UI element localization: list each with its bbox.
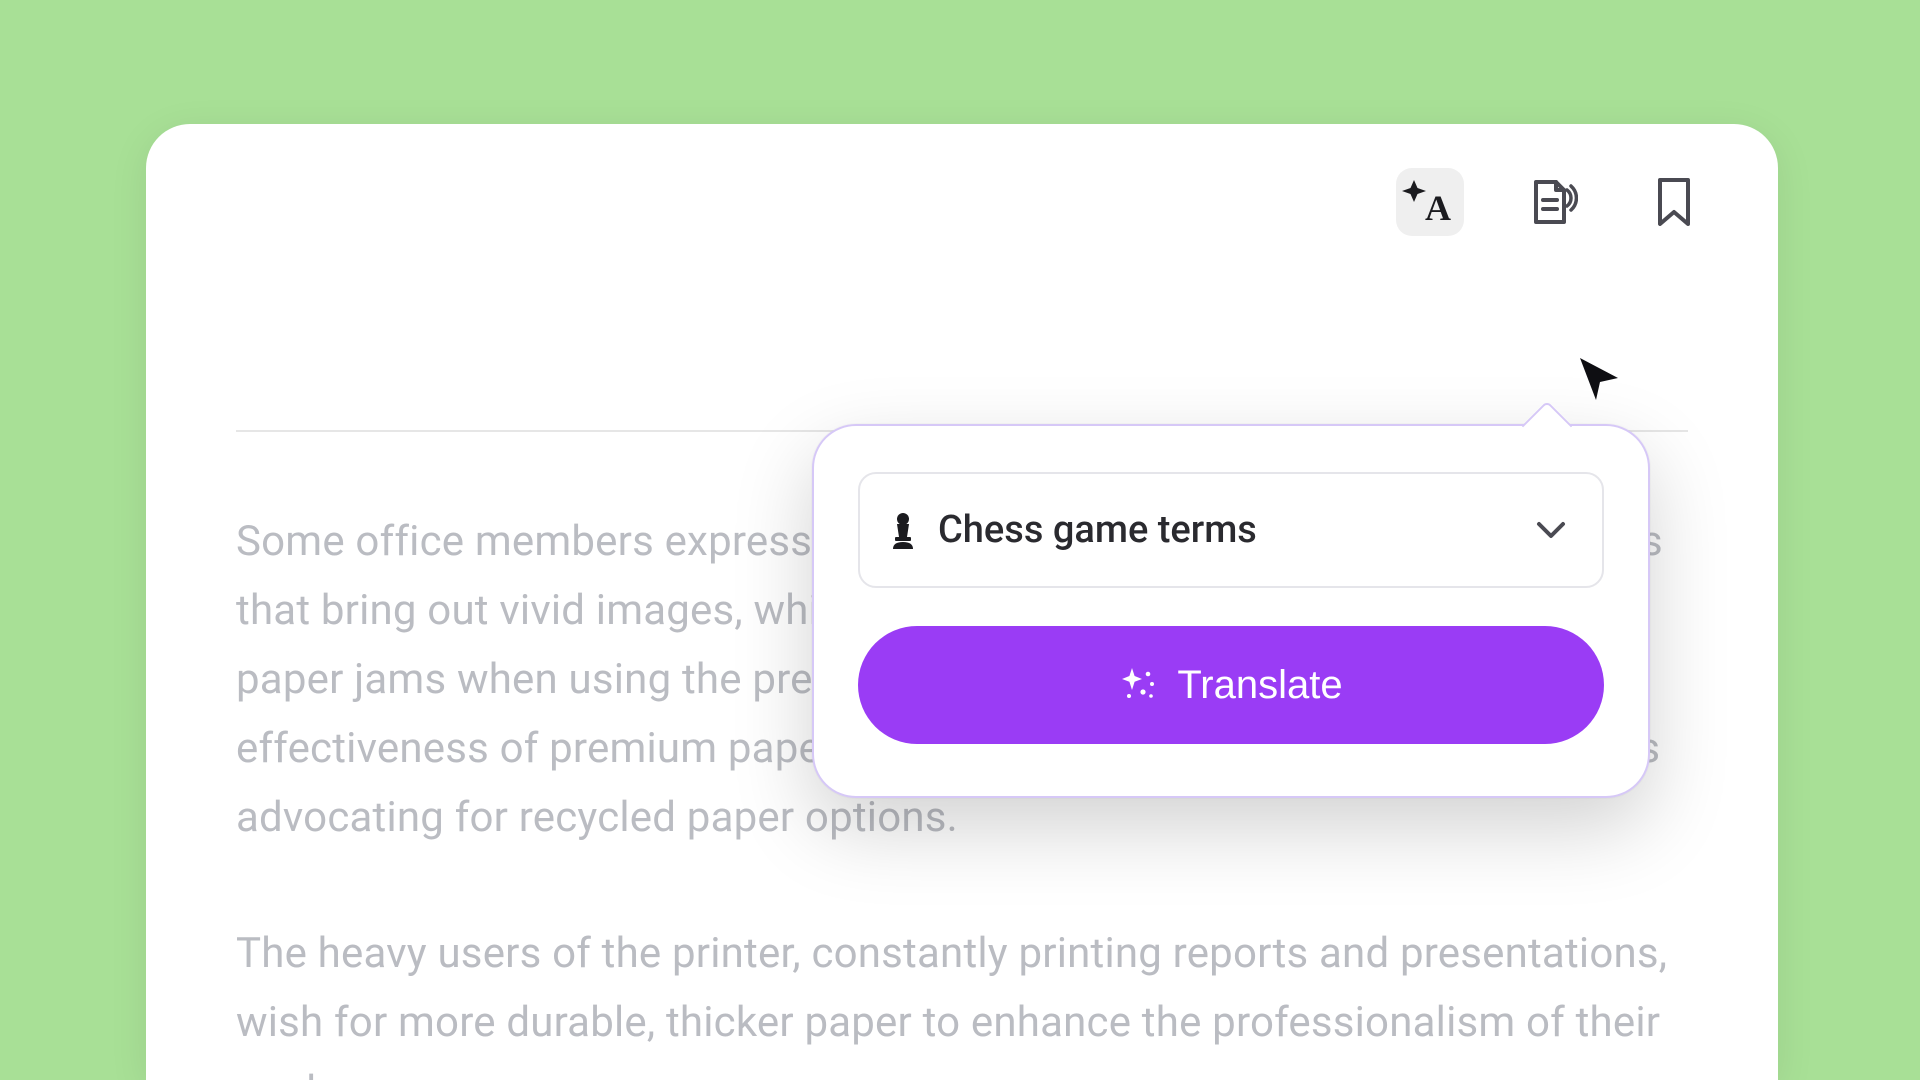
svg-text:A: A <box>1425 188 1451 226</box>
translate-button-label: Translate <box>1177 663 1342 708</box>
glossary-select-value: Chess game terms <box>890 508 1257 552</box>
glossary-select-label: Chess game terms <box>938 508 1257 552</box>
bookmark-icon <box>1656 178 1692 226</box>
read-aloud-button[interactable] <box>1518 168 1586 236</box>
translate-button[interactable]: Translate <box>858 626 1604 744</box>
popover-arrow <box>1522 401 1573 452</box>
chess-pawn-icon <box>890 511 916 549</box>
reader-card: A <box>146 124 1778 1080</box>
article-paragraph: The heavy users of the printer, constant… <box>236 920 1678 1080</box>
sparkles-icon <box>1119 666 1157 704</box>
page-background: A <box>0 0 1920 1080</box>
cursor-pointer-icon <box>1576 354 1624 402</box>
ai-translate-button[interactable]: A <box>1396 168 1464 236</box>
sparkle-a-icon: A <box>1401 178 1459 226</box>
doc-sound-icon <box>1526 176 1578 228</box>
glossary-select[interactable]: Chess game terms <box>858 472 1604 588</box>
translate-popover: Chess game terms Tran <box>812 424 1650 798</box>
chevron-down-icon <box>1536 521 1566 539</box>
toolbar: A <box>1396 168 1708 236</box>
bookmark-button[interactable] <box>1640 168 1708 236</box>
